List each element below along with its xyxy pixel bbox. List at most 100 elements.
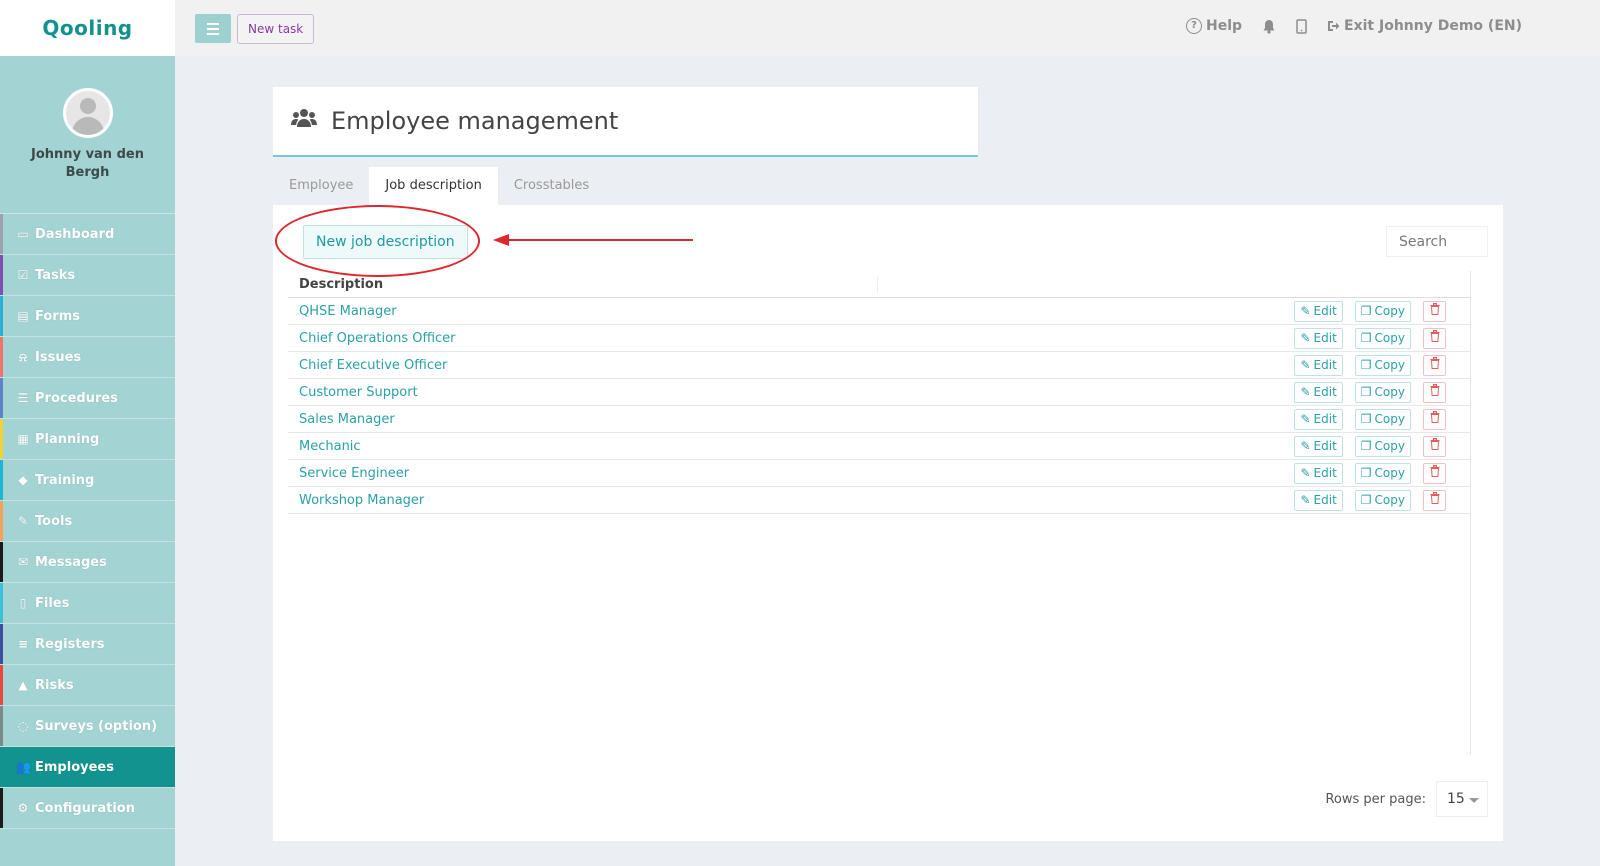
new-job-description-button[interactable]: New job description bbox=[303, 225, 468, 259]
job-description-link[interactable]: Chief Executive Officer bbox=[288, 358, 1294, 373]
trash-icon bbox=[1430, 410, 1439, 423]
sign-out-icon bbox=[1328, 21, 1340, 31]
sidebar-item-label: Tasks bbox=[35, 267, 76, 283]
sidebar-item-dashboard[interactable]: ▭ Dashboard bbox=[0, 214, 175, 255]
nav-color-stripe bbox=[0, 624, 3, 664]
question-circle-icon: ? bbox=[1185, 18, 1202, 34]
row-actions: ✎ Edit ❐ Copy bbox=[1294, 327, 1488, 349]
notifications-button[interactable] bbox=[1262, 19, 1276, 34]
avatar[interactable] bbox=[62, 88, 113, 138]
copy-button[interactable]: ❐ Copy bbox=[1354, 408, 1411, 430]
sidebar-item-tools[interactable]: ✎ Tools bbox=[0, 501, 175, 542]
bars-icon: ≡ bbox=[17, 637, 29, 651]
sidebar-item-registers[interactable]: ≡ Registers bbox=[0, 624, 175, 665]
delete-button[interactable] bbox=[1423, 327, 1446, 349]
sidebar: Qooling Johnny van den Bergh ▭ Dashboard ☑… bbox=[0, 0, 175, 866]
exit-demo-link[interactable]: Exit Johnny Demo (EN) bbox=[1327, 18, 1522, 34]
table-scrollbar[interactable] bbox=[1470, 271, 1488, 755]
sidebar-item-label: Dashboard bbox=[35, 226, 115, 242]
edit-button[interactable]: ✎ Edit bbox=[1294, 300, 1343, 322]
page-title: Employee management bbox=[331, 107, 619, 135]
job-description-link[interactable]: QHSE Manager bbox=[288, 304, 1294, 319]
sidebar-item-procedures[interactable]: ☰ Procedures bbox=[0, 378, 175, 419]
nav-color-stripe bbox=[0, 542, 3, 582]
copy-button[interactable]: ❐ Copy bbox=[1354, 300, 1411, 322]
tab-bar: Employee Job description Crosstables bbox=[273, 167, 605, 205]
delete-button[interactable] bbox=[1423, 489, 1446, 511]
job-description-link[interactable]: Workshop Manager bbox=[288, 493, 1294, 508]
copy-icon: ❐ bbox=[1360, 357, 1372, 372]
new-task-button[interactable]: New task bbox=[237, 14, 315, 44]
comment-icon: ◌ bbox=[17, 719, 29, 733]
top-right-actions: ? Help Exit Johnny Demo (EN) bbox=[1185, 18, 1522, 34]
edit-button[interactable]: ✎ Edit bbox=[1294, 435, 1343, 457]
delete-button[interactable] bbox=[1423, 462, 1446, 484]
pagination: Rows per page: 15 bbox=[1325, 781, 1488, 817]
delete-button[interactable] bbox=[1423, 381, 1446, 403]
sidebar-item-training[interactable]: ◆ Training bbox=[0, 460, 175, 501]
sidebar-item-tasks[interactable]: ☑ Tasks bbox=[0, 255, 175, 296]
edit-button[interactable]: ✎ Edit bbox=[1294, 462, 1343, 484]
rows-per-page-select[interactable]: 15 bbox=[1436, 781, 1488, 817]
edit-button[interactable]: ✎ Edit bbox=[1294, 381, 1343, 403]
sidebar-item-label: Forms bbox=[35, 308, 80, 324]
job-description-link[interactable]: Mechanic bbox=[288, 439, 1294, 454]
edit-button[interactable]: ✎ Edit bbox=[1294, 408, 1343, 430]
edit-label: Edit bbox=[1313, 357, 1337, 372]
delete-button[interactable] bbox=[1423, 408, 1446, 430]
document-icon: ▯ bbox=[19, 596, 27, 610]
envelope-icon: ✉ bbox=[17, 555, 29, 569]
job-description-link[interactable]: Customer Support bbox=[288, 385, 1294, 400]
copy-label: Copy bbox=[1374, 465, 1405, 480]
nav-color-stripe bbox=[0, 378, 3, 418]
edit-button[interactable]: ✎ Edit bbox=[1294, 327, 1343, 349]
nav-color-stripe bbox=[0, 665, 3, 705]
sidebar-item-label: Employees bbox=[35, 759, 114, 775]
nav-color-stripe bbox=[0, 255, 3, 295]
tablet-button[interactable] bbox=[1296, 18, 1307, 34]
copy-button[interactable]: ❐ Copy bbox=[1354, 381, 1411, 403]
delete-button[interactable] bbox=[1423, 300, 1446, 322]
sidebar-item-risks[interactable]: ▲ Risks bbox=[0, 665, 175, 706]
delete-button[interactable] bbox=[1423, 354, 1446, 376]
exit-label: Exit Johnny Demo (EN) bbox=[1344, 18, 1522, 34]
caret-down-icon bbox=[1469, 798, 1479, 803]
search-input[interactable] bbox=[1386, 226, 1488, 257]
copy-button[interactable]: ❐ Copy bbox=[1354, 354, 1411, 376]
app-logo[interactable]: Qooling bbox=[42, 16, 132, 40]
tab-employee[interactable]: Employee bbox=[273, 167, 369, 205]
menu-toggle-button[interactable] bbox=[195, 14, 231, 43]
annotation-arrow bbox=[493, 234, 693, 246]
sidebar-item-configuration[interactable]: ⚙ Configuration bbox=[0, 788, 175, 829]
copy-button[interactable]: ❐ Copy bbox=[1354, 435, 1411, 457]
job-description-link[interactable]: Sales Manager bbox=[288, 412, 1294, 427]
job-description-link[interactable]: Chief Operations Officer bbox=[288, 331, 1294, 346]
trash-icon bbox=[1430, 329, 1439, 342]
sidebar-item-label: Risks bbox=[35, 677, 74, 693]
column-header-description[interactable]: Description bbox=[288, 275, 878, 293]
user-profile: Johnny van den Bergh bbox=[0, 56, 175, 214]
copy-button[interactable]: ❐ Copy bbox=[1354, 327, 1411, 349]
sidebar-item-employees[interactable]: 👥 Employees bbox=[0, 747, 175, 788]
copy-icon: ❐ bbox=[1360, 303, 1372, 318]
copy-button[interactable]: ❐ Copy bbox=[1354, 462, 1411, 484]
help-link[interactable]: ? Help bbox=[1185, 18, 1242, 34]
sidebar-item-forms[interactable]: ▤ Forms bbox=[0, 296, 175, 337]
edit-button[interactable]: ✎ Edit bbox=[1294, 354, 1343, 376]
sidebar-item-messages[interactable]: ✉ Messages bbox=[0, 542, 175, 583]
logo-area[interactable]: Qooling bbox=[0, 0, 175, 56]
edit-button[interactable]: ✎ Edit bbox=[1294, 489, 1343, 511]
sidebar-item-files[interactable]: ▯ Files bbox=[0, 583, 175, 624]
tab-job-description[interactable]: Job description bbox=[369, 167, 498, 205]
delete-button[interactable] bbox=[1423, 435, 1446, 457]
job-description-link[interactable]: Service Engineer bbox=[288, 466, 1294, 481]
sidebar-nav: ▭ Dashboard ☑ Tasks ▤ Forms ⍾ Issues ☰ Procedures… bbox=[0, 214, 175, 829]
sidebar-item-issues[interactable]: ⍾ Issues bbox=[0, 337, 175, 378]
warning-icon: ▲ bbox=[18, 678, 28, 692]
copy-button[interactable]: ❐ Copy bbox=[1354, 489, 1411, 511]
gear-icon: ⚙ bbox=[17, 801, 29, 815]
row-actions: ✎ Edit ❐ Copy bbox=[1294, 381, 1488, 403]
tab-crosstables[interactable]: Crosstables bbox=[498, 167, 605, 205]
sidebar-item-surveys-option[interactable]: ◌ Surveys (option) bbox=[0, 706, 175, 747]
sidebar-item-planning[interactable]: ▦ Planning bbox=[0, 419, 175, 460]
